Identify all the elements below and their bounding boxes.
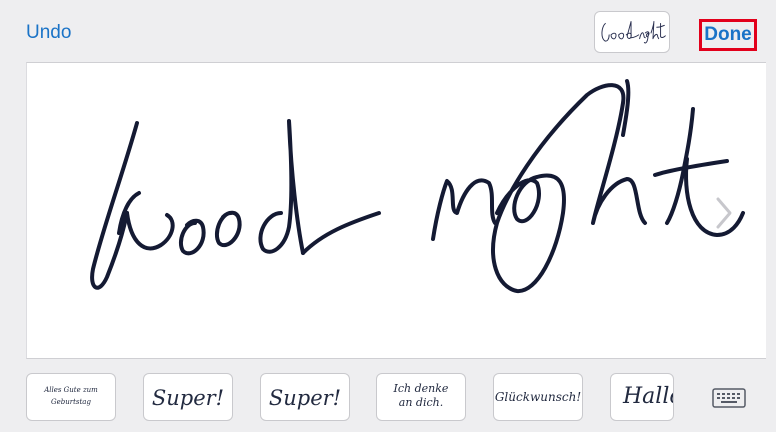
card-label: Hallo <box>623 384 673 409</box>
handwriting-card-super-1[interactable]: Super! <box>143 373 233 421</box>
handwriting-card-birthday[interactable]: Alles Gute zum Geburtstag <box>26 373 116 421</box>
card-label: Alles Gute zum Geburtstag <box>44 386 98 406</box>
saved-handwriting-strip: Alles Gute zum Geburtstag Super! Super! … <box>0 362 776 432</box>
next-page-button[interactable] <box>710 193 738 233</box>
handwriting-card-glueckwunsch[interactable]: Glückwunsch! <box>493 373 583 421</box>
keyboard-button[interactable] <box>712 388 746 408</box>
preview-ink <box>601 21 666 44</box>
undo-button[interactable]: Undo <box>26 22 71 44</box>
handwriting-canvas[interactable] <box>26 62 766 359</box>
card-label: Super! <box>151 386 225 410</box>
toolbar: Undo Done <box>0 0 776 62</box>
chevron-right-icon <box>716 197 732 229</box>
handwriting-card-super-2[interactable]: Super! <box>260 373 350 421</box>
handwriting-card-hallo[interactable]: Hallo <box>610 373 674 421</box>
handwriting-preview-thumbnail[interactable] <box>594 11 670 53</box>
card-label: Ich denke an dich. <box>393 382 449 409</box>
handwriting-card-ich-denke[interactable]: Ich denke an dich. <box>376 373 466 421</box>
card-label: Glückwunsch! <box>494 390 582 404</box>
handwritten-ink-strokes <box>90 79 745 293</box>
card-label: Super! <box>268 386 342 410</box>
keyboard-icon <box>712 388 746 408</box>
done-button[interactable]: Done <box>699 19 757 51</box>
